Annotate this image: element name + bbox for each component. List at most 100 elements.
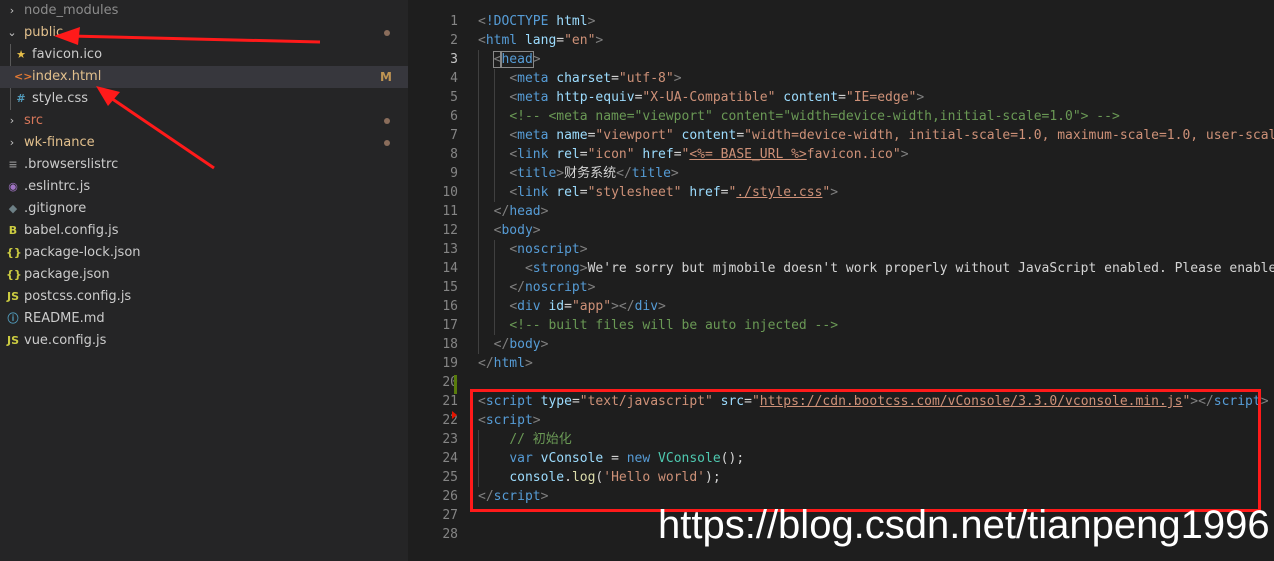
code-line[interactable]: var vConsole = new VConsole(); (478, 449, 1274, 468)
tree-item[interactable]: JS postcss.config.js (0, 286, 408, 308)
code-token: div (634, 299, 659, 314)
code-line[interactable]: <head> (478, 50, 1274, 69)
tree-item-label: style.css (32, 91, 88, 106)
code-line[interactable]: <html lang="en"> (478, 31, 1274, 50)
code-token: < (509, 147, 518, 162)
tree-item[interactable]: JS vue.config.js (0, 330, 408, 352)
tree-item[interactable]: ★ favicon.ico (0, 44, 408, 66)
line-number: 8 (450, 147, 458, 162)
code-token: "stylesheet" (587, 185, 682, 200)
tree-item[interactable]: ⌄ public (0, 22, 408, 44)
chevron-right-icon[interactable]: › (6, 110, 18, 132)
code-token: meta (517, 90, 549, 105)
tree-item[interactable]: {} package-lock.json (0, 242, 408, 264)
code-token: https://cdn.bootcss.com/vConsole/3.3.0/v… (759, 394, 1183, 409)
code-token: </ (509, 280, 525, 295)
code-lines[interactable]: <!DOCTYPE html> <html lang="en"> <head> <… (478, 12, 1274, 544)
file-type-icon: # (16, 92, 26, 105)
code-line[interactable]: <strong>We're sorry but mjmobile doesn't… (478, 259, 1274, 278)
chevron-down-icon[interactable]: ⌄ (6, 22, 18, 44)
code-token: < (478, 394, 486, 409)
code-token: script (493, 489, 541, 504)
code-token: noscript (524, 280, 588, 295)
code-token: new (626, 451, 651, 466)
tree-item[interactable]: ◆ .gitignore (0, 198, 408, 220)
code-line[interactable]: <!DOCTYPE html> (478, 12, 1274, 31)
code-line[interactable]: </body> (478, 335, 1274, 354)
code-token: " (751, 394, 760, 409)
code-token: < (478, 14, 486, 29)
line-number: 9 (450, 166, 458, 181)
code-token: !DOCTYPE (485, 14, 549, 29)
code-token: title (517, 166, 557, 181)
code-line[interactable]: <!-- <meta name="viewport" content="widt… (478, 107, 1274, 126)
tree-item[interactable]: Bbabel.config.js (0, 220, 408, 242)
code-token: </ (616, 166, 632, 181)
tree-item[interactable]: › wk-finance (0, 132, 408, 154)
line-number: 20 (442, 375, 458, 390)
code-line[interactable]: <title>财务系统</title> (478, 164, 1274, 183)
code-token: html (556, 14, 588, 29)
code-token: = (579, 185, 588, 200)
tree-item[interactable]: {} package.json (0, 264, 408, 286)
code-line[interactable]: </html> (478, 354, 1274, 373)
code-line[interactable]: <script type="text/javascript" src="http… (478, 392, 1274, 411)
code-line[interactable]: <script> (478, 411, 1274, 430)
code-line[interactable]: <meta name="viewport" content="width=dev… (478, 126, 1274, 145)
file-type-icon: B (8, 224, 18, 237)
code-line[interactable]: <meta http-equiv = "X-UA-Compatible" conte… (478, 88, 1274, 107)
code-line[interactable]: console.log('Hello world'); (478, 468, 1274, 487)
chevron-right-icon[interactable]: › (6, 132, 18, 154)
chevron-right-icon[interactable]: › (6, 0, 18, 22)
line-number: 24 (442, 451, 458, 466)
line-number: 13 (442, 242, 458, 257)
code-token: </ (478, 356, 494, 371)
file-type-icon: ★ (16, 48, 26, 61)
line-number: 15 (442, 280, 458, 295)
code-line[interactable]: <link rel="stylesheet" href="./style.css… (478, 183, 1274, 202)
line-number: 7 (450, 128, 458, 143)
code-line[interactable]: <!-- built files will be auto injected -… (478, 316, 1274, 335)
code-line[interactable]: <body> (478, 221, 1274, 240)
code-token: link (517, 147, 549, 162)
line-number: 10 (442, 185, 458, 200)
tree-item-label: node_modules (24, 3, 119, 18)
code-line[interactable]: // 初始化 (478, 430, 1274, 449)
code-token: </ (478, 489, 494, 504)
tree-item[interactable]: › node_modules (0, 0, 408, 22)
tree-item[interactable]: ◉ .eslintrc.js (0, 176, 408, 198)
code-line[interactable]: <noscript> (478, 240, 1274, 259)
code-line[interactable]: </head> (478, 202, 1274, 221)
code-line[interactable]: <div id="app"></div> (478, 297, 1274, 316)
code-editor[interactable]: 1 2 3 4 5 6 7 8 9 10 11 12 13 14 15 16 17 18 19 20 21 22 23 24 2… (408, 0, 1274, 561)
code-token: > (532, 223, 541, 238)
git-deleted-marker (452, 411, 457, 419)
code-token: > (900, 147, 909, 162)
tree-item[interactable]: ≡ .browserslistrc (0, 154, 408, 176)
code-token: lang (524, 33, 557, 48)
code-token: < (509, 299, 518, 314)
file-type-icon: ◉ (8, 180, 18, 193)
code-token: > (658, 299, 666, 314)
code-line[interactable] (478, 373, 1274, 392)
code-token: > (595, 33, 604, 48)
line-number: 27 (442, 508, 458, 523)
code-token: VConsole (658, 451, 721, 466)
code-token: src (720, 394, 745, 409)
tree-item[interactable]: › src (0, 110, 408, 132)
code-token: console (509, 470, 565, 485)
tree-item[interactable]: ⓘ README.md (0, 308, 408, 330)
code-line[interactable]: <meta charset="utf-8"> (478, 69, 1274, 88)
code-line[interactable]: <link rel="icon" href="<%= BASE_URL %>fa… (478, 145, 1274, 164)
code-token: < (509, 90, 518, 105)
code-line[interactable]: </noscript> (478, 278, 1274, 297)
tree-item[interactable]: # style.css (0, 88, 408, 110)
tree-item[interactable]: <> index.html M (0, 66, 408, 88)
code-token: href (689, 185, 721, 200)
code-token: > (587, 280, 596, 295)
